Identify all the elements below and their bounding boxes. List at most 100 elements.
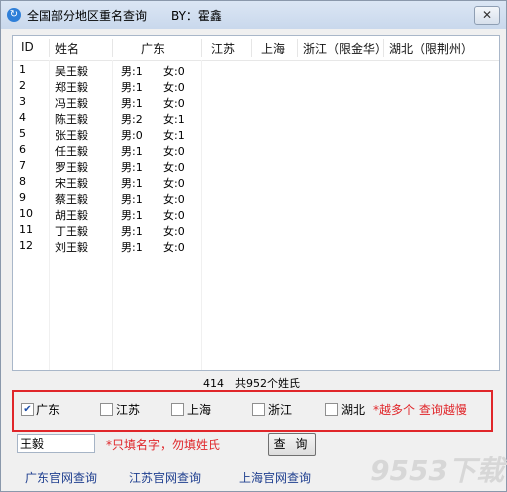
app-window: ↻ 全国部分地区重名查询 BY：霍鑫 ✕ ID 姓名 广东 江苏 上海 浙江（限… (0, 0, 507, 492)
region-label-shanghai[interactable]: 上海 (187, 401, 211, 418)
row-id: 3 (19, 95, 26, 108)
row-male-count: 男:1 (121, 97, 143, 110)
row-id: 8 (19, 175, 26, 188)
region-label-guangdong[interactable]: 广东 (36, 401, 60, 418)
row-male-count: 男:1 (121, 225, 143, 238)
row-name: 吴王毅 (55, 65, 88, 78)
row-male-count: 男:1 (121, 65, 143, 78)
results-table[interactable]: ID 姓名 广东 江苏 上海 浙江（限金华） 湖北（限荆州） 1 吴王毅 男:1 女:… (12, 35, 500, 371)
row-female-count: 女:0 (163, 193, 185, 206)
window-title: 全国部分地区重名查询 BY：霍鑫 (27, 9, 222, 23)
table-row[interactable]: 11 丁王毅 男:1 女:0 (13, 222, 499, 238)
row-name: 蔡王毅 (55, 193, 88, 206)
column-divider[interactable] (201, 39, 202, 57)
row-male-count: 男:1 (121, 193, 143, 206)
region-checkbox-guangdong[interactable]: ✔ (21, 403, 34, 416)
table-row[interactable]: 4 陈王毅 男:2 女:1 (13, 110, 499, 126)
row-name: 任王毅 (55, 145, 88, 158)
row-male-count: 男:1 (121, 161, 143, 174)
row-male-count: 男:1 (121, 209, 143, 222)
row-female-count: 女:0 (163, 177, 185, 190)
row-female-count: 女:1 (163, 113, 185, 126)
region-checkbox-hubei[interactable] (325, 403, 338, 416)
header-jiangsu[interactable]: 江苏 (211, 40, 235, 57)
header-hubei[interactable]: 湖北（限荆州） (389, 40, 473, 57)
region-checkbox-jiangsu[interactable] (100, 403, 113, 416)
header-zhejiang[interactable]: 浙江（限金华） (303, 40, 387, 57)
region-label-jiangsu[interactable]: 江苏 (116, 401, 140, 418)
row-id: 6 (19, 143, 26, 156)
region-selector: ✔ 广东 江苏 上海 浙江 湖北 *越多个 查询越慢 (12, 390, 493, 432)
watermark-logo: 9553下载 (370, 454, 504, 487)
header-guangdong[interactable]: 广东 (141, 40, 165, 57)
jiangsu-official-link[interactable]: 江苏官网查询 (129, 469, 201, 486)
region-label-hubei[interactable]: 湖北 (341, 401, 365, 418)
row-id: 2 (19, 79, 26, 92)
row-id: 9 (19, 191, 26, 204)
table-row[interactable]: 9 蔡王毅 男:1 女:0 (13, 190, 499, 206)
row-name: 郑王毅 (55, 81, 88, 94)
row-id: 5 (19, 127, 26, 140)
column-divider[interactable] (49, 39, 50, 57)
table-row[interactable]: 7 罗王毅 男:1 女:0 (13, 158, 499, 174)
app-logo-icon: ↻ (7, 8, 21, 22)
speed-warning: *越多个 查询越慢 (373, 403, 467, 417)
table-row[interactable]: 8 宋王毅 男:1 女:0 (13, 174, 499, 190)
row-id: 10 (19, 207, 33, 220)
row-male-count: 男:1 (121, 177, 143, 190)
row-id: 11 (19, 223, 33, 236)
row-male-count: 男:2 (121, 113, 143, 126)
column-divider[interactable] (383, 39, 384, 57)
region-checkbox-shanghai[interactable] (171, 403, 184, 416)
table-body: 1 吴王毅 男:1 女:0 2 郑王毅 男:1 女:0 3 冯王毅 男:1 女:0 4 陈王毅 男:2… (13, 62, 499, 254)
row-female-count: 女:1 (163, 129, 185, 142)
row-female-count: 女:0 (163, 161, 185, 174)
row-male-count: 男:1 (121, 145, 143, 158)
row-name: 胡王毅 (55, 209, 88, 222)
table-row[interactable]: 10 胡王毅 男:1 女:0 (13, 206, 499, 222)
result-summary: 414 共952个姓氏 (203, 377, 300, 390)
shanghai-official-link[interactable]: 上海官网查询 (239, 469, 311, 486)
name-input[interactable] (17, 434, 95, 453)
table-row[interactable]: 12 刘王毅 男:1 女:0 (13, 238, 499, 254)
row-name: 冯王毅 (55, 97, 88, 110)
row-id: 1 (19, 63, 26, 76)
row-name: 刘王毅 (55, 241, 88, 254)
table-row[interactable]: 3 冯王毅 男:1 女:0 (13, 94, 499, 110)
row-male-count: 男:1 (121, 81, 143, 94)
row-female-count: 女:0 (163, 145, 185, 158)
guangdong-official-link[interactable]: 广东官网查询 (25, 469, 97, 486)
column-divider[interactable] (251, 39, 252, 57)
row-male-count: 男:0 (121, 129, 143, 142)
region-checkbox-zhejiang[interactable] (252, 403, 265, 416)
row-male-count: 男:1 (121, 241, 143, 254)
table-header: ID 姓名 广东 江苏 上海 浙江（限金华） 湖北（限荆州） (13, 36, 499, 61)
table-row[interactable]: 5 张王毅 男:0 女:1 (13, 126, 499, 142)
row-female-count: 女:0 (163, 65, 185, 78)
row-female-count: 女:0 (163, 97, 185, 110)
table-row[interactable]: 1 吴王毅 男:1 女:0 (13, 62, 499, 78)
row-id: 7 (19, 159, 26, 172)
row-female-count: 女:0 (163, 241, 185, 254)
row-female-count: 女:0 (163, 209, 185, 222)
table-row[interactable]: 2 郑王毅 男:1 女:0 (13, 78, 499, 94)
row-name: 丁王毅 (55, 225, 88, 238)
title-bar[interactable]: ↻ 全国部分地区重名查询 BY：霍鑫 ✕ (1, 1, 506, 29)
row-id: 4 (19, 111, 26, 124)
query-button[interactable]: 查 询 (268, 433, 316, 456)
row-name: 张王毅 (55, 129, 88, 142)
column-divider[interactable] (112, 39, 113, 57)
row-female-count: 女:0 (163, 225, 185, 238)
row-name: 宋王毅 (55, 177, 88, 190)
row-id: 12 (19, 239, 33, 252)
close-button[interactable]: ✕ (474, 6, 500, 25)
input-note: *只填名字，勿填姓氏 (106, 438, 221, 452)
row-name: 陈王毅 (55, 113, 88, 126)
header-shanghai[interactable]: 上海 (261, 40, 285, 57)
header-id[interactable]: ID (21, 40, 34, 54)
header-name[interactable]: 姓名 (55, 40, 79, 57)
table-row[interactable]: 6 任王毅 男:1 女:0 (13, 142, 499, 158)
region-label-zhejiang[interactable]: 浙江 (268, 401, 292, 418)
row-female-count: 女:0 (163, 81, 185, 94)
column-divider[interactable] (297, 39, 298, 57)
